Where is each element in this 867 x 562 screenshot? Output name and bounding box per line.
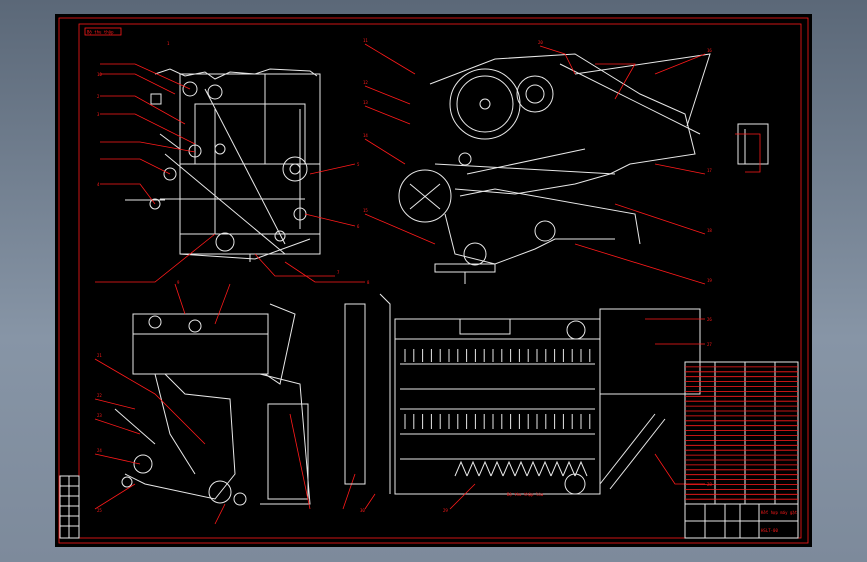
auger-flight: [526, 460, 540, 477]
leader-label-11: 11: [363, 38, 368, 43]
auger-flight: [454, 460, 468, 477]
title-name: Kết hợp máy gặt: [761, 510, 798, 515]
title-drawing-no: HSLT-00: [761, 528, 778, 533]
leader-label-25: 25: [97, 508, 102, 513]
leader-label-2: 2: [97, 94, 100, 99]
leader-label-22: 22: [97, 393, 102, 398]
bottom-left-view: [114, 303, 311, 506]
leader-label-4: 4: [97, 182, 100, 187]
leader-label-30: 30: [360, 508, 365, 513]
left-elevation-view: [125, 68, 321, 262]
bottom-right-view: [344, 293, 701, 495]
leader-label-5: 5: [357, 162, 360, 167]
right-view-leaders: 11 12 13 14 15 16 17 18 19 20: [363, 38, 761, 285]
auger-flight: [466, 460, 480, 477]
leader-label-26: 26: [707, 317, 712, 322]
cad-drawing: Bộ thu thập 1 2 3 4 5 6 7 8 9 10 11 12 1…: [58, 17, 809, 544]
leader-label-24: 24: [97, 448, 102, 453]
bottom-caption: Bộ thu thập lúa: [507, 492, 544, 497]
leader-label-18: 18: [707, 228, 712, 233]
auger-flight: [478, 460, 492, 477]
auger-flight: [538, 460, 552, 477]
frame-note: Bộ thu thập: [87, 30, 114, 35]
leader-label-16: 16: [707, 48, 712, 53]
leader-label-20: 20: [538, 40, 543, 45]
leader-label-3: 3: [97, 112, 100, 117]
leader-label-27: 27: [707, 342, 712, 347]
auger-flights: [454, 460, 588, 477]
leader-label-7: 7: [337, 270, 340, 275]
bottom-left-leaders: 21 22 23 24 25: [94, 283, 356, 525]
auger-flight: [502, 460, 516, 477]
leader-label-12: 12: [363, 80, 368, 85]
leader-label-9: 9: [177, 280, 180, 285]
bottom-right-leaders: 26 27 28 29 30 Bộ thu thập lúa: [360, 317, 712, 513]
leader-label-1: 1: [167, 41, 170, 46]
leader-label-10: 10: [97, 72, 102, 77]
leader-label-6: 6: [357, 224, 360, 229]
parts-list: [684, 361, 799, 505]
leader-label-8: 8: [367, 280, 370, 285]
left-view-leaders: 1 2 3 4 5 6 7 8 9 10: [95, 41, 370, 285]
leader-label-23: 23: [97, 413, 102, 418]
right-elevation-view: [398, 53, 769, 284]
auger-flight: [490, 460, 504, 477]
title-block: Kết hợp máy gặt HSLT-00: [684, 503, 799, 539]
leader-label-13: 13: [363, 100, 368, 105]
auger-flight: [550, 460, 564, 477]
leader-label-29: 29: [443, 508, 448, 513]
leader-label-19: 19: [707, 278, 712, 283]
revision-table: [59, 475, 80, 539]
leader-label-15: 15: [363, 208, 368, 213]
leader-label-21: 21: [97, 353, 102, 358]
leader-label-14: 14: [363, 133, 368, 138]
leader-label-17: 17: [707, 168, 712, 173]
auger-flight: [514, 460, 528, 477]
outer-frame: [58, 17, 809, 544]
drawing-sheet: Bộ thu thập 1 2 3 4 5 6 7 8 9 10 11 12 1…: [55, 14, 812, 547]
